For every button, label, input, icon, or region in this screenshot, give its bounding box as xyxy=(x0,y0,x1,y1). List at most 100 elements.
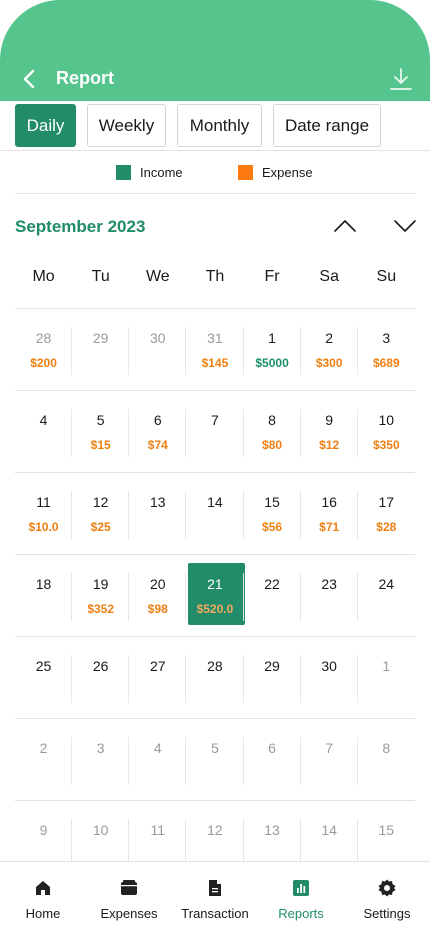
day-cell[interactable]: 2 xyxy=(15,719,73,800)
day-cell[interactable]: 1 xyxy=(358,637,415,718)
day-cell[interactable]: 13 xyxy=(129,473,187,554)
day-cell[interactable]: 29 xyxy=(244,637,301,718)
day-cell[interactable]: 3 xyxy=(72,719,130,800)
day-cell[interactable]: 23 xyxy=(301,555,358,636)
day-cell[interactable]: 7 xyxy=(186,391,244,472)
week-row: 4 5 $15 6 $74 7 8 $80 9 $12 10 $350 xyxy=(15,391,415,473)
day-cell[interactable]: 28 xyxy=(186,637,244,718)
day-cell[interactable]: 5 $15 xyxy=(72,391,130,472)
day-cell[interactable]: 15 $56 xyxy=(244,473,301,554)
weekday-label: We xyxy=(145,268,170,285)
download-icon xyxy=(390,68,412,90)
day-cell[interactable]: 2 $300 xyxy=(301,309,358,390)
day-number: 30 xyxy=(321,658,337,674)
day-cell[interactable]: 19 $352 xyxy=(72,555,130,636)
expense-amount: $56 xyxy=(262,520,283,534)
selected-day-cell[interactable]: 21 $520.0 xyxy=(186,555,246,636)
day-cell[interactable]: 14 xyxy=(186,473,244,554)
nav-reports[interactable]: Reports xyxy=(258,862,344,932)
day-cell[interactable]: 11 $10.0 xyxy=(15,473,73,554)
bottom-nav: Home Expenses Transaction Reports Settin… xyxy=(0,861,430,932)
tab-date-range[interactable]: Date range xyxy=(273,104,381,147)
nav-home-label: Home xyxy=(25,906,61,921)
tab-monthly[interactable]: Monthly xyxy=(177,104,262,147)
day-cell[interactable]: 8 xyxy=(358,719,415,800)
expense-amount: $98 xyxy=(147,602,168,616)
month-title: September 2023 xyxy=(15,217,146,236)
day-number: 8 xyxy=(382,740,391,756)
tab-weekly[interactable]: Weekly xyxy=(87,104,166,147)
day-cell[interactable]: 7 xyxy=(301,719,358,800)
day-number: 5 xyxy=(96,412,105,428)
week-row: 18 19 $352 20 $98 21 $520.0 22 23 24 xyxy=(15,555,415,637)
day-cell[interactable]: 18 xyxy=(15,555,73,636)
day-number: 20 xyxy=(150,576,166,592)
expense-amount: $15 xyxy=(90,438,111,452)
wallet-icon xyxy=(121,880,137,895)
day-cell[interactable]: 24 xyxy=(358,555,415,636)
day-cell[interactable]: 3 $689 xyxy=(358,309,415,390)
day-cell[interactable]: 31 $145 xyxy=(186,309,244,390)
day-number: 14 xyxy=(207,494,223,510)
day-cell[interactable]: 12 $25 xyxy=(72,473,130,554)
next-month-button[interactable] xyxy=(392,218,418,234)
day-cell[interactable]: 4 xyxy=(129,719,187,800)
day-cell[interactable]: 30 xyxy=(301,637,358,718)
day-cell[interactable]: 5 xyxy=(186,719,244,800)
day-cell[interactable]: 27 xyxy=(129,637,187,718)
home-icon xyxy=(36,881,50,895)
day-number: 21 xyxy=(207,576,223,592)
download-button[interactable] xyxy=(389,66,413,92)
expense-amount: $80 xyxy=(262,438,283,452)
day-cell[interactable]: 30 xyxy=(129,309,187,390)
legend-income-label: Income xyxy=(140,165,183,180)
day-cell[interactable]: 17 $28 xyxy=(358,473,415,554)
day-cell[interactable]: 4 xyxy=(15,391,73,472)
day-cell[interactable]: 26 xyxy=(72,637,130,718)
previous-month-button[interactable] xyxy=(332,218,358,234)
day-number: 11 xyxy=(36,494,51,510)
day-number: 9 xyxy=(39,822,48,838)
nav-settings[interactable]: Settings xyxy=(344,862,430,932)
nav-expenses[interactable]: Expenses xyxy=(86,862,172,932)
nav-transaction-label: Transaction xyxy=(181,906,249,921)
chart-icon xyxy=(293,880,309,896)
day-cell[interactable]: 29 xyxy=(72,309,130,390)
app-header: Report xyxy=(0,0,430,101)
day-number: 23 xyxy=(321,576,337,592)
day-number: 24 xyxy=(378,576,395,592)
weekday-label: Th xyxy=(205,268,225,285)
day-cell[interactable]: 6 $74 xyxy=(129,391,187,472)
day-number: 11 xyxy=(150,822,166,838)
income-amount: $5000 xyxy=(255,356,289,370)
day-cell[interactable]: 1 $5000 xyxy=(244,309,301,390)
day-number: 4 xyxy=(153,740,162,756)
legend: Income Expense xyxy=(0,165,430,185)
nav-home[interactable]: Home xyxy=(0,862,86,932)
day-cell[interactable]: 6 xyxy=(244,719,301,800)
expense-amount: $200 xyxy=(30,356,57,370)
day-cell[interactable]: 8 $80 xyxy=(244,391,301,472)
day-number: 3 xyxy=(96,740,105,756)
nav-transaction[interactable]: Transaction xyxy=(172,862,258,932)
day-cell[interactable]: 10 $350 xyxy=(358,391,415,472)
day-cell[interactable]: 9 $12 xyxy=(301,391,358,472)
day-cell[interactable]: 16 $71 xyxy=(301,473,358,554)
day-number: 7 xyxy=(211,412,219,428)
day-cell[interactable]: 20 $98 xyxy=(129,555,187,636)
expense-amount: $352 xyxy=(87,602,115,616)
day-number: 22 xyxy=(264,576,280,592)
tab-daily[interactable]: Daily xyxy=(15,104,76,147)
day-number: 10 xyxy=(92,822,109,838)
day-number: 5 xyxy=(211,740,219,756)
day-number: 29 xyxy=(92,330,109,346)
legend-income: Income xyxy=(116,165,183,180)
day-cell[interactable]: 25 xyxy=(15,637,73,718)
day-cell[interactable]: 22 xyxy=(244,555,301,636)
day-number: 19 xyxy=(92,576,109,592)
day-number: 2 xyxy=(39,740,48,756)
back-button[interactable] xyxy=(18,67,40,91)
expense-amount: $71 xyxy=(319,520,340,534)
day-cell[interactable]: 28 $200 xyxy=(15,309,73,390)
nav-expenses-label: Expenses xyxy=(100,906,158,921)
